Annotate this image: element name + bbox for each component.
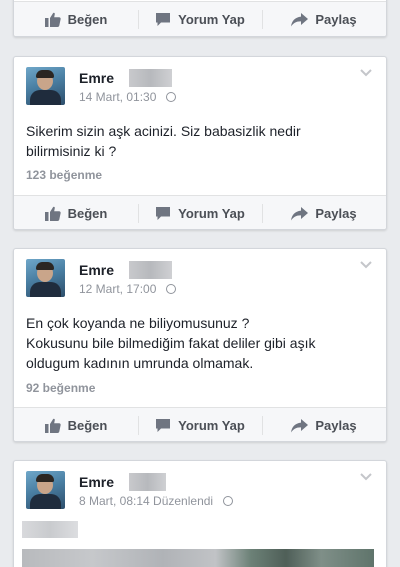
- like-label: Beğen: [67, 12, 108, 27]
- chevron-down-icon[interactable]: [360, 69, 372, 77]
- post-text-line: Kokusunu bile bilmediğim fakat deliler g…: [26, 335, 316, 351]
- globe-icon: [166, 284, 177, 294]
- like-label: Beğen: [67, 418, 108, 433]
- post-time[interactable]: 12 Mart, 17:00: [79, 282, 156, 296]
- post-meta: 8 Mart, 08:14 Düzenlendi: [79, 494, 234, 508]
- post-header: Emre 12 Mart, 17:00: [26, 259, 374, 299]
- comment-label: Yorum Yap: [178, 418, 245, 433]
- post-text: Sikerim sizin aşk acinizi. Siz babasizli…: [26, 121, 374, 161]
- comment-label: Yorum Yap: [178, 206, 245, 221]
- blurred-surname: [129, 261, 172, 279]
- post-text-line: En çok koyanda ne biliyomusunuz ?: [26, 315, 250, 331]
- comment-button[interactable]: Yorum Yap: [138, 196, 262, 229]
- post-header: Emre 8 Mart, 08:14 Düzenlendi: [26, 471, 374, 511]
- share-arrow-icon: [291, 418, 309, 432]
- action-bar: Beğen Yorum Yap Paylaş: [14, 407, 386, 441]
- globe-icon: [223, 496, 234, 506]
- share-arrow-icon: [291, 206, 309, 220]
- chevron-down-icon[interactable]: [360, 261, 372, 269]
- author-name[interactable]: Emre: [79, 70, 114, 86]
- share-button[interactable]: Paylaş: [262, 408, 386, 441]
- comment-button[interactable]: Yorum Yap: [138, 2, 262, 36]
- post-time[interactable]: 14 Mart, 01:30: [79, 90, 156, 104]
- share-label: Paylaş: [315, 206, 357, 221]
- like-thumb-icon: [44, 206, 61, 221]
- post-card: Emre 14 Mart, 01:30 Sikerim sizin aşk ac…: [13, 56, 387, 230]
- comment-bubble-icon: [156, 419, 171, 432]
- like-label: Beğen: [67, 206, 108, 221]
- comment-bubble-icon: [156, 13, 171, 26]
- share-label: Paylaş: [315, 12, 357, 27]
- blurred-surname: [129, 473, 166, 491]
- post-text-line: bilirmisiniz ki ?: [26, 143, 117, 159]
- avatar[interactable]: [26, 259, 65, 297]
- author-name[interactable]: Emre: [79, 474, 114, 490]
- avatar[interactable]: [26, 67, 65, 105]
- post-header: Emre 14 Mart, 01:30: [26, 67, 374, 107]
- like-count[interactable]: 123 beğenme: [26, 168, 102, 182]
- avatar[interactable]: [26, 471, 65, 509]
- author-name[interactable]: Emre: [79, 262, 114, 278]
- blurred-text: [22, 521, 78, 538]
- post-time[interactable]: 8 Mart, 08:14 Düzenlendi: [79, 494, 213, 508]
- share-button[interactable]: Paylaş: [262, 196, 386, 229]
- comment-button[interactable]: Yorum Yap: [138, 408, 262, 441]
- post-card-previous: Beğen Yorum Yap Paylaş: [13, 0, 387, 37]
- share-button[interactable]: Paylaş: [262, 2, 386, 36]
- post-text-line: Sikerim sizin aşk acinizi. Siz babasizli…: [26, 123, 301, 139]
- action-bar: Beğen Yorum Yap Paylaş: [14, 1, 386, 36]
- like-button[interactable]: Beğen: [14, 196, 138, 229]
- post-text: En çok koyanda ne biliyomusunuz ? Kokusu…: [26, 313, 374, 373]
- post-meta: 14 Mart, 01:30: [79, 90, 177, 104]
- comment-label: Yorum Yap: [178, 12, 245, 27]
- post-card: Emre 8 Mart, 08:14 Düzenlendi: [13, 460, 387, 567]
- like-count[interactable]: 92 beğenme: [26, 381, 95, 395]
- post-meta: 12 Mart, 17:00: [79, 282, 177, 296]
- chevron-down-icon[interactable]: [360, 473, 372, 481]
- like-thumb-icon: [44, 12, 61, 27]
- like-button[interactable]: Beğen: [14, 408, 138, 441]
- globe-icon: [166, 92, 177, 102]
- post-text-line: oldugum kadının umrunda olmamak.: [26, 355, 254, 371]
- post-card: Emre 12 Mart, 17:00 En çok koyanda ne bi…: [13, 248, 387, 442]
- blurred-surname: [129, 69, 172, 87]
- comment-bubble-icon: [156, 207, 171, 220]
- like-button[interactable]: Beğen: [14, 2, 138, 36]
- share-label: Paylaş: [315, 418, 357, 433]
- action-bar: Beğen Yorum Yap Paylaş: [14, 195, 386, 229]
- like-thumb-icon: [44, 418, 61, 433]
- share-arrow-icon: [291, 12, 309, 26]
- blurred-text: [22, 549, 374, 567]
